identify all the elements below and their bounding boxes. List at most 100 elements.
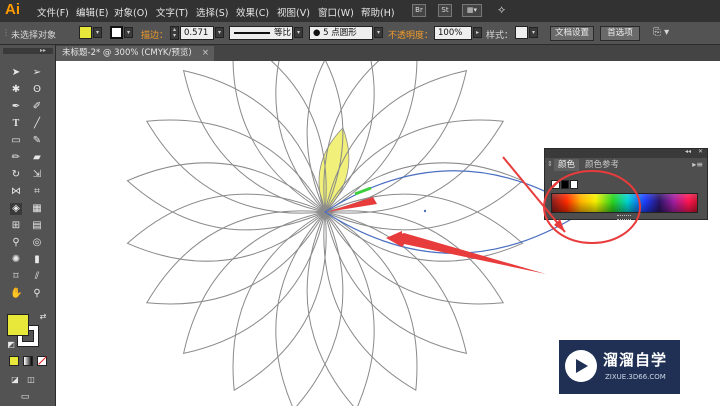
pen-tool-icon[interactable]: ✒ [10,101,22,113]
default-colors-icon[interactable]: ◩ [5,339,17,351]
stroke-dropdown[interactable]: ▾ [124,27,133,38]
none-swatch-icon[interactable] [551,180,560,189]
scale-tool-icon[interactable]: ⇲ [31,169,43,181]
brush-dropdown[interactable]: ▾ [374,27,383,38]
black-swatch[interactable] [561,180,569,189]
drawing-mode-icon[interactable]: ◪ [9,374,21,386]
bridge-button[interactable]: Br [412,4,426,17]
screen-mode-icon[interactable]: ▭ [19,391,31,403]
menu-window[interactable]: 窗口(W) [318,5,354,19]
color-panel-titlebar[interactable]: ◂◂ ✕ [545,148,707,158]
rotate-tool-icon[interactable]: ↻ [10,169,22,181]
width-tool-icon[interactable]: ⋈ [10,186,22,198]
rosette-petal[interactable] [324,210,505,305]
menu-select[interactable]: 选择(S) [196,5,228,19]
hand-tool-icon[interactable]: ✋ [10,288,22,300]
stroke-label[interactable]: 描边： [141,28,168,41]
watermark-logo-icon [565,350,597,382]
arrange-icon[interactable]: ⎘ ▾ [653,27,669,38]
collapse-icon[interactable]: ▸▸ [40,47,46,54]
none-mode-icon[interactable] [37,356,47,366]
app-logo: Ai [5,1,20,18]
opacity-label[interactable]: 不透明度： [388,28,433,41]
gradient-tool-icon[interactable]: ▤ [31,220,43,232]
preferences-button[interactable]: 首选项 [600,26,640,41]
eraser-tool-icon[interactable]: ▰ [31,152,43,164]
profile-label: 等比 [274,28,292,38]
color-spectrum-bar[interactable] [551,193,698,213]
menu-help[interactable]: 帮助(H) [361,5,395,19]
free-transform-tool-icon[interactable]: ⌗ [31,186,43,198]
panel-menu-icon[interactable]: ▸≡ [692,160,703,169]
eyedropper-tool-icon[interactable]: ⚲ [10,237,22,249]
brush-definition[interactable]: ● 5 点圆形 [309,26,373,40]
menu-view[interactable]: 视图(V) [277,5,310,19]
tab-color[interactable]: 颜色 [554,159,580,171]
lasso-tool-icon[interactable]: ʘ [31,84,43,96]
blend-tool-icon[interactable]: ◎ [31,237,43,249]
rosette-petal[interactable] [145,210,326,305]
curvature-tool-icon[interactable]: ✐ [31,101,43,113]
rosette-petal[interactable] [323,211,418,392]
resize-grip-icon[interactable] [617,215,631,220]
paintbrush-tool-icon[interactable]: ✎ [31,135,43,147]
rosette-petal[interactable] [126,162,326,231]
close-icon[interactable]: × [202,46,209,61]
drawing-mode-options-icon[interactable]: ◫ [25,374,37,386]
swap-fill-stroke-icon[interactable]: ⇄ [37,311,49,323]
line-tool-icon[interactable]: ╱ [31,118,43,130]
tab-color-guide[interactable]: 颜色参考 [581,159,623,171]
grip-icon: ⋮ [2,28,10,37]
slice-tool-icon[interactable]: ⫽ [31,271,43,283]
color-mode-icon[interactable] [9,356,19,366]
document-tab[interactable]: 未标题-2* @ 300% (CMYK/预览) × [56,46,214,61]
stroke-weight-dropdown[interactable]: ▾ [215,27,224,38]
rectangle-tool-icon[interactable]: ▭ [10,135,22,147]
panel-toggle-icon[interactable]: ⇕ [547,160,553,168]
gradient-mode-icon[interactable] [23,356,33,366]
fill-swatch[interactable] [79,26,92,39]
document-setup-button[interactable]: 文档设置 [550,26,594,41]
mesh-tool-icon[interactable]: ⊞ [10,220,22,232]
menu-edit[interactable]: 编辑(E) [76,5,108,19]
perspective-grid-tool-icon[interactable]: ▦ [31,203,43,215]
shape-builder-tool-icon[interactable]: ◈ [10,203,22,215]
rosette-petal[interactable] [145,119,326,214]
rosette-petal[interactable] [182,211,326,355]
direct-selection-tool-icon[interactable]: ➢ [31,67,43,79]
graphic-style-swatch[interactable] [515,26,528,39]
menu-effect[interactable]: 效果(C) [236,5,269,19]
fill-color-box[interactable] [7,314,29,336]
opacity-dropdown[interactable]: ▸ [473,27,482,38]
white-swatch[interactable] [570,180,578,189]
rosette-petal[interactable] [182,69,326,213]
artboard-tool-icon[interactable]: ⌑ [10,271,22,283]
column-graph-tool-icon[interactable]: ▮ [31,254,43,266]
arrange-documents-icon[interactable]: ▦▾ [462,4,482,17]
rosette-petal[interactable] [324,211,468,355]
rosette-petal[interactable] [126,193,326,262]
zoom-tool-icon[interactable]: ⚲ [31,288,43,300]
symbol-sprayer-tool-icon[interactable]: ✺ [10,254,22,266]
profile-dropdown[interactable]: ▾ [294,27,303,38]
close-panel-icon[interactable]: ✕ [698,148,703,155]
menu-object[interactable]: 对象(O) [114,5,148,19]
stroke-weight-field[interactable]: 0.571 [180,26,214,40]
rosette-petal[interactable] [232,211,327,392]
pencil-tool-icon[interactable]: ✏ [10,152,22,164]
type-tool-icon[interactable]: T [10,118,22,130]
variable-width-profile[interactable]: 等比 [229,26,293,40]
menu-file[interactable]: 文件(F) [37,5,69,19]
magic-wand-tool-icon[interactable]: ✱ [10,84,22,96]
rosette-petal[interactable] [324,119,505,214]
stock-button[interactable]: St [438,4,452,17]
stroke-stepper[interactable]: ▴ ▾ [170,26,179,40]
opacity-field[interactable]: 100% [434,26,472,40]
collapse-panel-icon[interactable]: ◂◂ [685,148,691,155]
fill-dropdown[interactable]: ▾ [93,27,102,38]
menu-type[interactable]: 文字(T) [156,5,188,19]
stroke-swatch[interactable] [110,26,123,39]
selection-tool-icon[interactable]: ➤ [10,67,22,79]
graphic-style-dropdown[interactable]: ▾ [529,27,538,38]
gpu-performance-icon[interactable]: ⟡ [498,3,505,17]
